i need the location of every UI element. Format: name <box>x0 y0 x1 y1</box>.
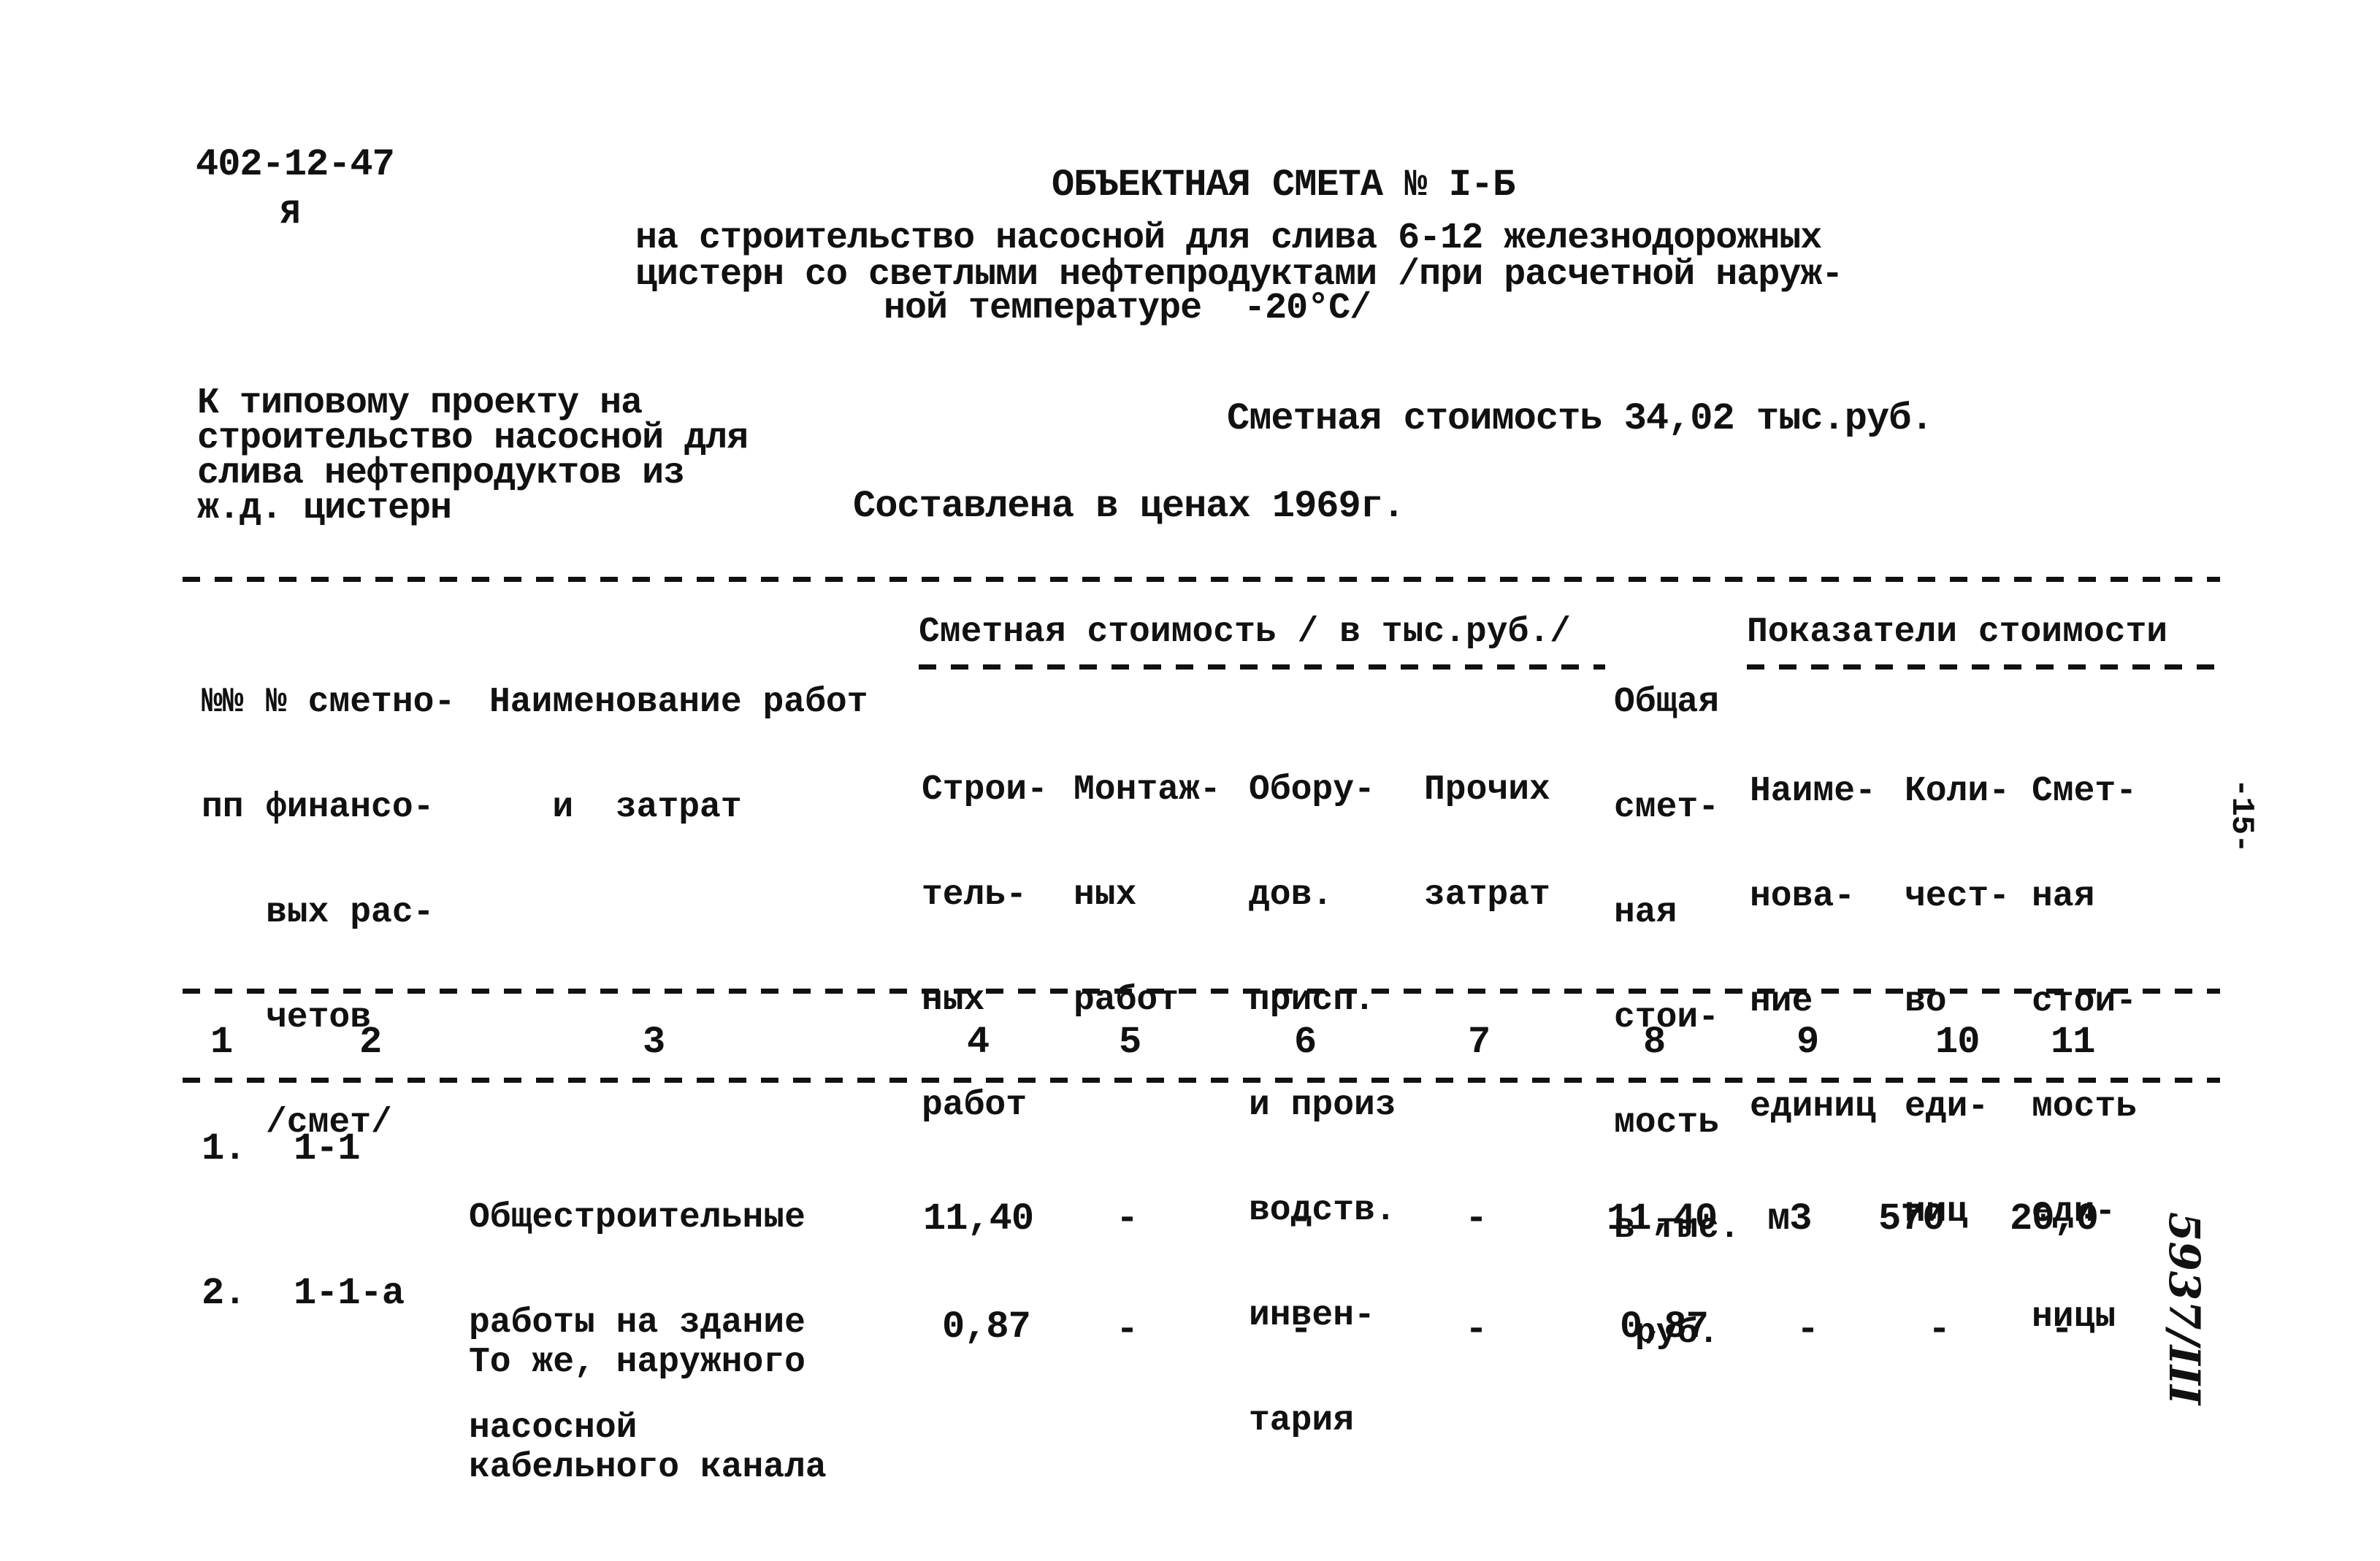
project-line-1: К типовому проекту на <box>197 383 643 424</box>
row-unit-cost: - <box>2051 1308 2073 1351</box>
column-number: 7 <box>1468 1021 1491 1064</box>
header-col-8: Общая смет- ная стои- мость в тыс. руб. <box>1614 683 1740 1353</box>
document-mark: Я <box>280 195 301 233</box>
subtitle-line-3: ной температуре -20°С/ <box>884 288 1371 329</box>
header-col-5: Монтаж- ных работ <box>1074 770 1221 1020</box>
document-title: ОБЪЕКТНАЯ СМЕТА № I-Б <box>1052 164 1515 207</box>
row-total-cost: 11,40 <box>1607 1197 1718 1240</box>
column-number: 2 <box>359 1021 382 1064</box>
column-number: 9 <box>1797 1021 1819 1064</box>
column-number: 5 <box>1119 1021 1141 1064</box>
page-number: -15- <box>2223 778 2260 853</box>
row-installation-cost: - <box>1116 1197 1139 1240</box>
row-equipment-cost: - <box>1290 1308 1312 1351</box>
prices-note: Составлена в ценах 1969г. <box>853 485 1405 528</box>
row-equipment-cost: - <box>1290 1197 1312 1240</box>
row-quantity: 570 <box>1878 1197 1945 1240</box>
project-line-2: строительство насосной для <box>197 418 749 459</box>
row-unit: - <box>1797 1308 1819 1351</box>
header-col-7: Прочих затрат <box>1424 770 1550 915</box>
header-bottom-rule <box>183 989 2220 994</box>
row-construction-cost: 11,40 <box>923 1197 1034 1240</box>
row-unit-cost: 20,0 <box>2010 1197 2099 1240</box>
header-col-2: № сметно- финансо- вых рас- четов /смет/ <box>266 683 456 1143</box>
row-quantity: - <box>1928 1308 1951 1351</box>
row-installation-cost: - <box>1116 1308 1139 1351</box>
archive-mark: 5937/III <box>2159 1212 2209 1405</box>
estimated-cost: Сметная стоимость 34,02 тыс.руб. <box>1227 397 1934 440</box>
row-estimate-ref: 1-1 <box>294 1127 361 1170</box>
header-col-6: Обору- дов. присп. и произ водств. инвен… <box>1249 770 1396 1441</box>
header-cost-group: Сметная стоимость / в тыс.руб./ <box>919 613 1571 652</box>
column-number: 11 <box>2051 1021 2095 1064</box>
column-number: 10 <box>1935 1021 1980 1064</box>
column-number: 6 <box>1294 1021 1317 1064</box>
row-number: 1. <box>202 1127 246 1170</box>
row-construction-cost: 0,87 <box>942 1305 1031 1349</box>
row-estimate-ref: 1-1-а <box>294 1272 405 1315</box>
document-code: 402-12-47 <box>196 143 395 186</box>
header-col-9: Наиме- нова- ние единиц <box>1750 772 1876 1127</box>
column-number: 4 <box>967 1021 990 1064</box>
column-number: 8 <box>1643 1021 1666 1064</box>
header-col-4: Строи- тель- ных работ <box>922 770 1048 1125</box>
project-line-4: ж.д. цистерн <box>197 488 452 529</box>
table-top-rule <box>183 577 2220 582</box>
row-number: 2. <box>202 1272 246 1315</box>
row-other-cost: - <box>1465 1308 1488 1351</box>
subtitle-line-1: на строительство насосной для слива 6-12… <box>635 218 1822 259</box>
indicators-group-rule <box>1747 664 2214 670</box>
row-unit: м3 <box>1767 1197 1812 1240</box>
column-number: 1 <box>210 1021 233 1064</box>
cost-group-rule <box>919 664 1605 670</box>
column-number: 3 <box>643 1021 665 1064</box>
column-numbers-bottom-rule <box>183 1078 2220 1083</box>
header-col-3: Наименование работ и затрат <box>489 683 868 827</box>
row-work-name: То же, наружного кабельного канала <box>469 1343 827 1487</box>
row-other-cost: - <box>1465 1197 1488 1240</box>
project-line-3: слива нефтепродуктов из <box>197 453 685 494</box>
header-indicators-group: Показатели стоимости <box>1747 613 2168 652</box>
row-total-cost: 0,87 <box>1620 1305 1709 1349</box>
